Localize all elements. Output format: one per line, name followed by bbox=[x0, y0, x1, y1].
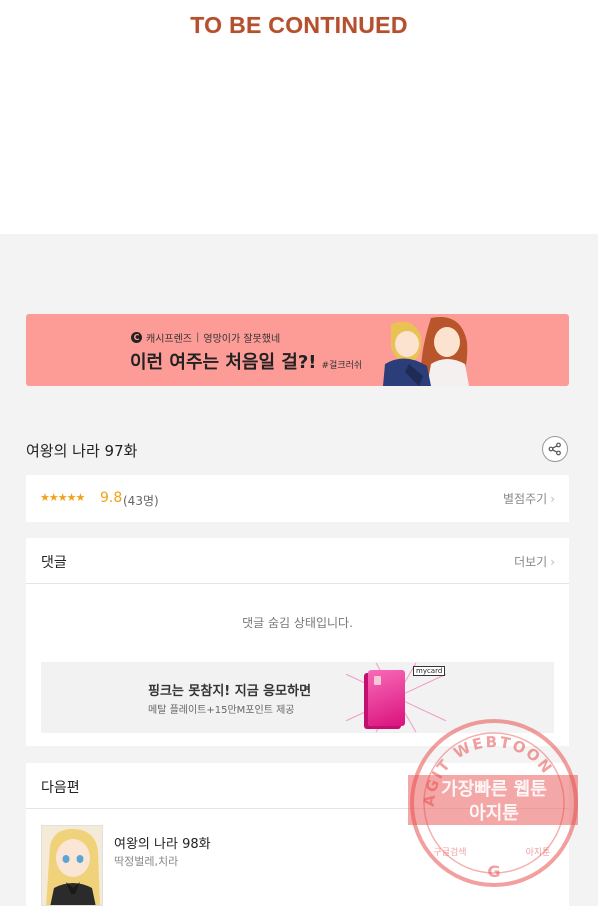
next-episode-section: 다음편 여왕의 나라 98화 딱정벌레,치라 bbox=[26, 763, 569, 906]
next-episode-title[interactable]: 여왕의 나라 98화 bbox=[114, 833, 211, 852]
rating-score: 9.8 bbox=[100, 490, 123, 506]
comments-header: 댓글 더보기 › bbox=[26, 538, 569, 584]
banner-subline: C 캐시프렌즈 | 영망이가 잘못했네 bbox=[131, 330, 280, 345]
pink-card-image bbox=[368, 670, 405, 726]
banner-hashtag: #걸크러쉬 bbox=[321, 361, 363, 371]
chevron-right-icon: › bbox=[550, 555, 555, 569]
banner-divider: | bbox=[196, 332, 200, 343]
banner-headline: 이런 여주는 처음일 걸?! bbox=[130, 352, 317, 373]
ad-card-logo: mycard bbox=[413, 666, 446, 676]
character-thumbnail-image bbox=[42, 826, 102, 905]
comments-title: 댓글 bbox=[41, 555, 67, 571]
banner-illustration bbox=[383, 317, 469, 386]
ad-title: 핑크는 못참지! 지금 응모하면 bbox=[148, 684, 312, 699]
ad-subtitle: 메탈 플레이트+15만M포인트 제공 bbox=[148, 705, 295, 716]
next-title: 다음편 bbox=[41, 780, 80, 796]
rate-button[interactable]: 별점주기 › bbox=[503, 490, 555, 507]
rate-label: 별점주기 bbox=[503, 492, 548, 506]
promo-banner[interactable]: C 캐시프렌즈 | 영망이가 잘못했네 이런 여주는 처음일 걸?! #걸크러쉬 bbox=[26, 314, 569, 386]
comments-more-button[interactable]: 더보기 › bbox=[514, 553, 555, 570]
star-rating-icons: ★★★★★ bbox=[40, 491, 85, 504]
banner-headline-row: 이런 여주는 처음일 걸?! #걸크러쉬 bbox=[130, 348, 362, 374]
banner-publisher: 캐시프렌즈 bbox=[146, 334, 192, 345]
banner-series: 영망이가 잘못했네 bbox=[203, 334, 281, 345]
card-chip-icon bbox=[374, 676, 381, 685]
share-button[interactable] bbox=[542, 436, 568, 462]
share-icon bbox=[548, 442, 561, 456]
next-episode-thumbnail[interactable] bbox=[41, 825, 103, 906]
next-header: 다음편 bbox=[26, 763, 569, 809]
rating-count: (43명) bbox=[123, 494, 159, 508]
episode-title: 여왕의 나라 97화 bbox=[26, 442, 138, 460]
rating-card: ★★★★★ 9.8 (43명) 별점주기 › bbox=[26, 475, 569, 522]
comments-hidden-message: 댓글 숨김 상태입니다. bbox=[242, 616, 353, 630]
to-be-continued-text: TO BE CONTINUED bbox=[190, 12, 408, 38]
more-label: 더보기 bbox=[514, 555, 548, 569]
ad-banner[interactable]: 핑크는 못참지! 지금 응모하면 메탈 플레이트+15만M포인트 제공 myca… bbox=[41, 662, 554, 733]
next-episode-authors: 딱정벌레,치라 bbox=[114, 855, 179, 868]
chevron-right-icon: › bbox=[550, 492, 555, 506]
banner-logo-icon: C bbox=[131, 332, 142, 343]
comments-section: 댓글 더보기 › 댓글 숨김 상태입니다. 핑크는 못참지! 지금 응모하면 메탈… bbox=[26, 538, 569, 746]
